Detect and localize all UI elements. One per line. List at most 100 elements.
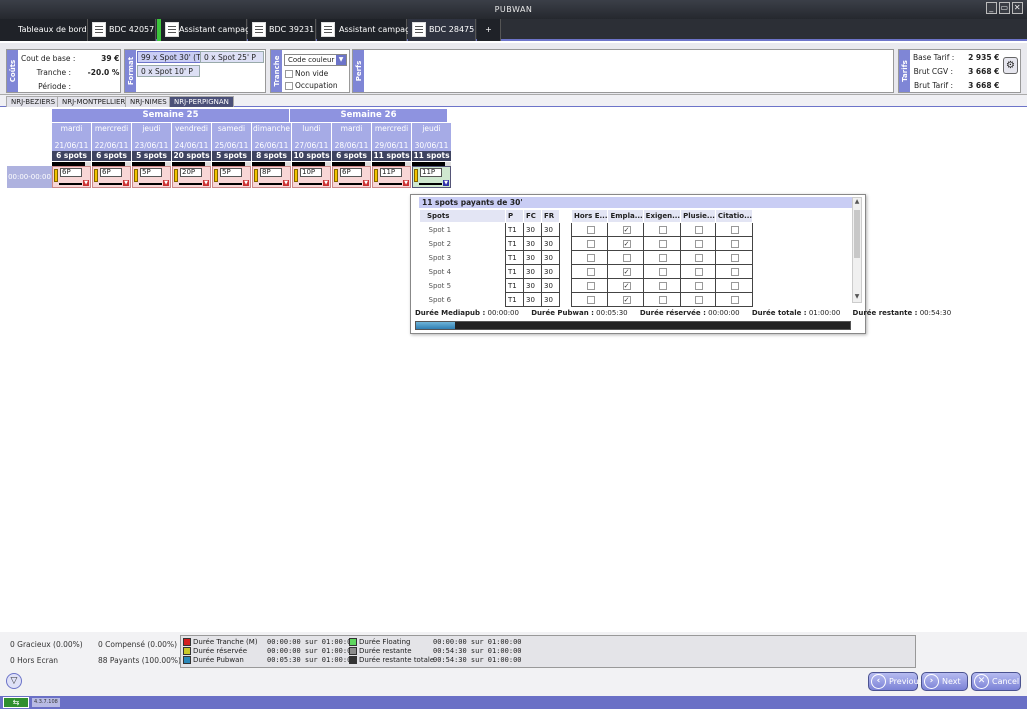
non-vide-checkbox[interactable]: Non vide bbox=[285, 69, 328, 79]
code-couleur-select[interactable]: Code couleur ▼ bbox=[284, 54, 347, 66]
option-checkbox[interactable] bbox=[586, 253, 595, 262]
station-tab-beziers[interactable]: NRJ-BEZIERS bbox=[6, 96, 61, 107]
tab-assistant-campagne-2[interactable]: Assistant campagne bbox=[317, 19, 420, 41]
new-tab-button[interactable]: + bbox=[477, 19, 501, 41]
calculator-icon[interactable]: ⚙ bbox=[1003, 57, 1018, 74]
option-checkbox[interactable] bbox=[586, 281, 595, 290]
scroll-up-icon[interactable]: ▲ bbox=[853, 198, 861, 207]
col-fr[interactable]: FR bbox=[541, 209, 560, 223]
option-checkbox[interactable] bbox=[730, 295, 739, 304]
col-citation[interactable]: Citatio... bbox=[714, 209, 754, 223]
format-item-spot-25[interactable]: 0 x Spot 25' P bbox=[200, 51, 264, 63]
cancel-button[interactable]: ✕ Cancel bbox=[971, 672, 1021, 691]
option-checkbox[interactable] bbox=[658, 239, 667, 248]
col-emplacement[interactable]: Empla... bbox=[607, 209, 644, 223]
option-checkbox[interactable] bbox=[695, 267, 703, 276]
day-slot-cell[interactable]: 20P ▼ bbox=[172, 166, 211, 188]
option-checkbox[interactable] bbox=[658, 253, 667, 262]
tab-assistant-campagne-1[interactable]: Assistant campagne bbox=[157, 19, 260, 41]
duree-restante: Durée restante : 00:54:30 bbox=[852, 309, 952, 317]
close-window-button[interactable]: ✕ bbox=[1012, 2, 1023, 14]
chevron-down-icon[interactable]: ▼ bbox=[243, 180, 249, 186]
next-button[interactable]: › Next bbox=[921, 672, 968, 691]
option-checkbox[interactable] bbox=[695, 225, 703, 234]
tab-bdc-28475[interactable]: BDC 28475✕ bbox=[408, 19, 487, 41]
option-checkbox[interactable]: ✓ bbox=[622, 239, 631, 248]
filter-icon[interactable]: ▽ bbox=[6, 673, 22, 689]
day-slot-cell[interactable]: 6P ▼ bbox=[52, 166, 91, 188]
table-row[interactable]: Spot 2 T1 30 30 ✓ bbox=[420, 236, 754, 251]
option-checkbox[interactable] bbox=[658, 225, 667, 234]
spots-table-body: Spot 1 T1 30 30 ✓ Spot 2 T1 30 30 ✓ Spot 3 T1 30 30 Sp… bbox=[420, 222, 754, 307]
day-slot-cell[interactable]: 5P ▼ bbox=[212, 166, 251, 188]
day-slot-cell[interactable]: 6P ▼ bbox=[332, 166, 371, 188]
chevron-down-icon[interactable]: ▼ bbox=[323, 180, 329, 186]
day-date: 21/06/11 bbox=[52, 137, 91, 151]
option-checkbox[interactable] bbox=[622, 253, 631, 262]
station-tab-nimes[interactable]: NRJ-NIMES bbox=[125, 96, 172, 107]
tab-bdc-39231[interactable]: BDC 39231✕ bbox=[248, 19, 327, 41]
table-row[interactable]: Spot 1 T1 30 30 ✓ bbox=[420, 222, 754, 237]
maximize-button[interactable]: ▭ bbox=[999, 2, 1010, 14]
col-spots[interactable]: Spots bbox=[419, 209, 506, 223]
day-slot-cell[interactable]: 6P ▼ bbox=[92, 166, 131, 188]
col-plusieurs[interactable]: Plusie... bbox=[680, 209, 716, 223]
chevron-down-icon[interactable]: ▼ bbox=[403, 180, 409, 186]
table-row[interactable]: Spot 4 T1 30 30 ✓ bbox=[420, 264, 754, 279]
spot-p: T1 bbox=[505, 278, 524, 293]
option-checkbox[interactable] bbox=[586, 225, 595, 234]
chevron-down-icon[interactable]: ▼ bbox=[123, 180, 129, 186]
spot-fr: 30 bbox=[541, 292, 560, 307]
option-cell bbox=[570, 236, 609, 251]
chevron-down-icon[interactable]: ▼ bbox=[283, 180, 289, 186]
tab-bdc-42057[interactable]: BDC 42057✕ bbox=[88, 19, 167, 41]
table-row[interactable]: Spot 3 T1 30 30 bbox=[420, 250, 754, 265]
chevron-down-icon[interactable]: ▼ bbox=[443, 180, 449, 186]
station-tab-montpellier[interactable]: NRJ-MONTPELLIER bbox=[57, 96, 131, 107]
option-checkbox[interactable] bbox=[695, 239, 703, 248]
scroll-thumb[interactable] bbox=[854, 210, 860, 258]
day-slot-cell[interactable]: 11P ▼ bbox=[372, 166, 411, 188]
table-row[interactable]: Spot 6 T1 30 30 ✓ bbox=[420, 292, 754, 307]
col-fc[interactable]: FC bbox=[523, 209, 542, 223]
chevron-down-icon[interactable]: ▼ bbox=[163, 180, 169, 186]
chevron-down-icon[interactable]: ▼ bbox=[203, 180, 209, 186]
option-checkbox[interactable] bbox=[730, 267, 739, 276]
option-checkbox[interactable]: ✓ bbox=[622, 267, 631, 276]
col-hors-ecran[interactable]: Hors E... bbox=[570, 209, 609, 223]
option-checkbox[interactable] bbox=[695, 281, 703, 290]
option-checkbox[interactable] bbox=[695, 253, 703, 262]
option-checkbox[interactable] bbox=[658, 295, 667, 304]
option-checkbox[interactable] bbox=[730, 239, 739, 248]
option-checkbox[interactable] bbox=[695, 295, 703, 304]
chevron-down-icon[interactable]: ▼ bbox=[83, 180, 89, 186]
tab-tableaux-de-bord[interactable]: Tableaux de bord bbox=[0, 19, 88, 41]
chevron-down-icon[interactable]: ▼ bbox=[363, 180, 369, 186]
option-checkbox[interactable] bbox=[730, 281, 739, 290]
col-p[interactable]: P bbox=[505, 209, 524, 223]
col-exigence[interactable]: Exigen... bbox=[642, 209, 682, 223]
option-checkbox[interactable]: ✓ bbox=[622, 225, 631, 234]
day-slot-cell[interactable]: 11P ▼ bbox=[412, 166, 451, 188]
option-checkbox[interactable]: ✓ bbox=[622, 281, 631, 290]
previous-button[interactable]: ‹ Previous bbox=[868, 672, 923, 691]
day-slot-cell[interactable]: 8P ▼ bbox=[252, 166, 291, 188]
minimize-button[interactable]: _ bbox=[986, 2, 997, 14]
popup-scrollbar[interactable]: ▲ ▼ bbox=[852, 197, 862, 303]
option-checkbox[interactable] bbox=[586, 295, 595, 304]
option-checkbox[interactable] bbox=[586, 267, 595, 276]
station-tab-perpignan[interactable]: NRJ-PERPIGNAN bbox=[169, 96, 234, 107]
option-checkbox[interactable] bbox=[586, 239, 595, 248]
option-checkbox[interactable] bbox=[658, 267, 667, 276]
option-checkbox[interactable] bbox=[658, 281, 667, 290]
occupation-checkbox[interactable]: Occupation bbox=[285, 81, 338, 91]
day-slot-cell[interactable]: 10P ▼ bbox=[292, 166, 331, 188]
window-title: PUBWAN bbox=[494, 5, 533, 14]
day-slot-cell[interactable]: 5P ▼ bbox=[132, 166, 171, 188]
format-item-spot-10[interactable]: 0 x Spot 10' P bbox=[137, 65, 200, 77]
option-checkbox[interactable]: ✓ bbox=[622, 295, 631, 304]
option-checkbox[interactable] bbox=[730, 253, 739, 262]
scroll-down-icon[interactable]: ▼ bbox=[853, 293, 861, 302]
option-checkbox[interactable] bbox=[730, 225, 739, 234]
table-row[interactable]: Spot 5 T1 30 30 ✓ bbox=[420, 278, 754, 293]
